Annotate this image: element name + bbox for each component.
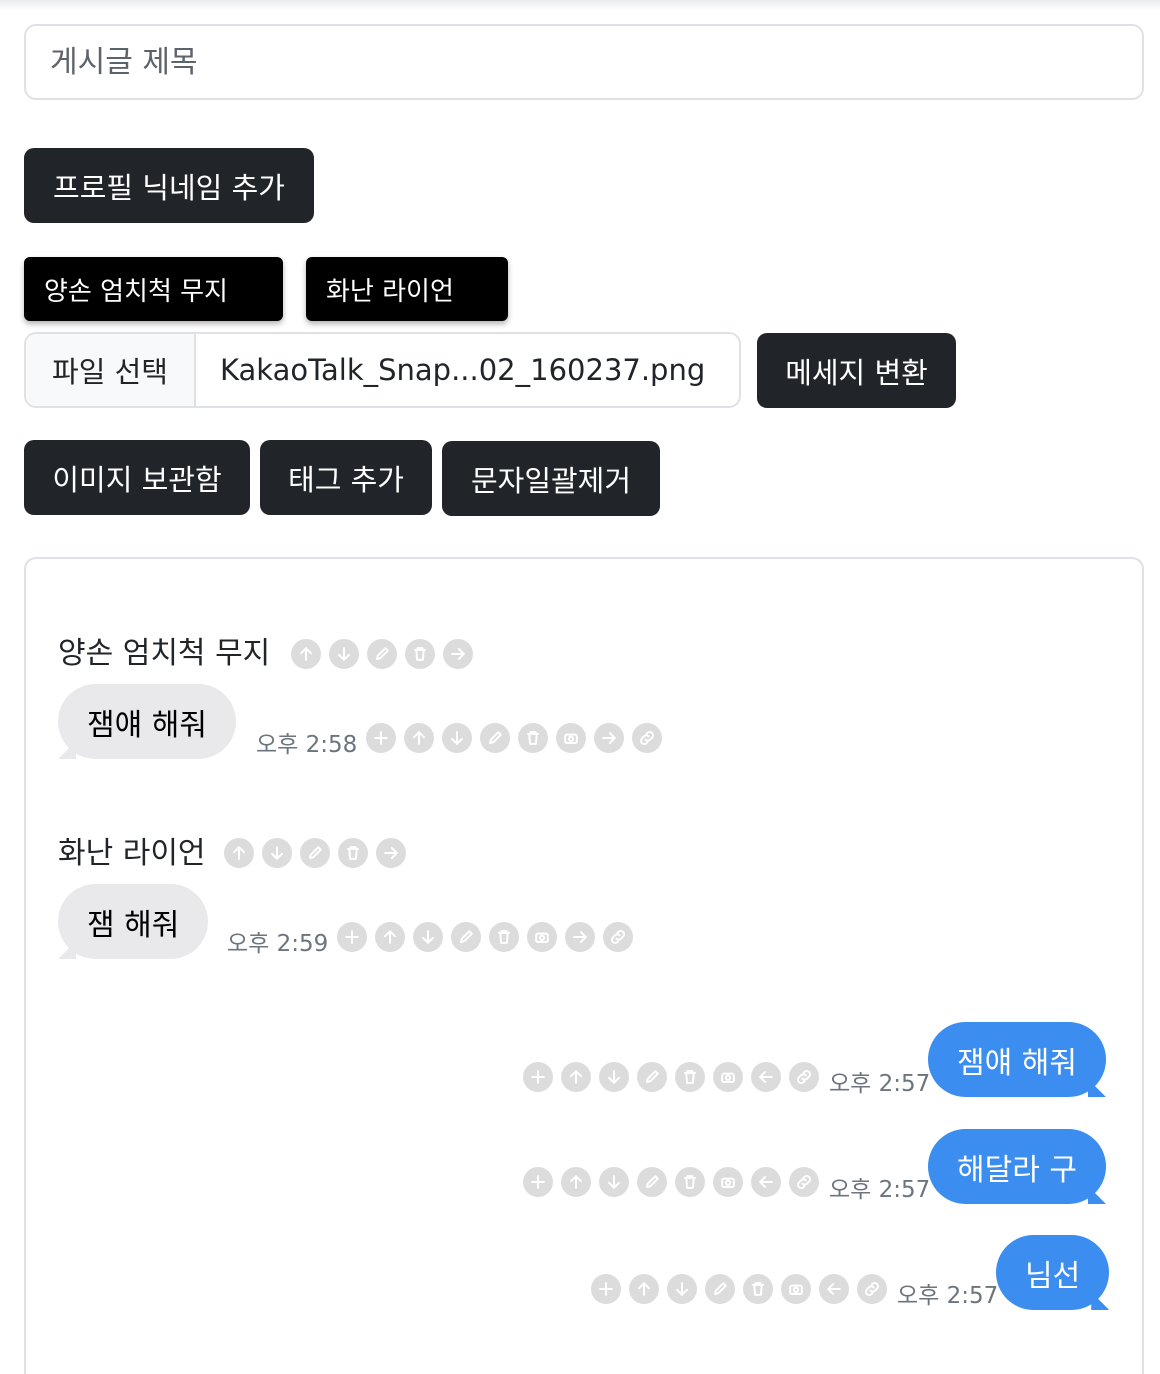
outgoing-message-bubble: 해달라 구 [928, 1129, 1106, 1204]
arrow-up-icon[interactable] [291, 639, 321, 669]
chat-preview-panel [24, 557, 1144, 1374]
plus-icon[interactable] [337, 922, 367, 952]
link-icon[interactable] [857, 1274, 887, 1304]
pencil-icon[interactable] [637, 1062, 667, 1092]
link-icon[interactable] [603, 922, 633, 952]
camera-icon[interactable] [781, 1274, 811, 1304]
add-profile-nickname-button[interactable]: 프로필 닉네임 추가 [24, 148, 314, 223]
arrow-up-icon[interactable] [561, 1062, 591, 1092]
arrow-up-icon[interactable] [404, 723, 434, 753]
arrow-right-icon[interactable] [594, 723, 624, 753]
incoming-message-bubble: 잼얘 해줘 [58, 684, 236, 759]
trash-icon[interactable] [675, 1167, 705, 1197]
trash-icon[interactable] [489, 922, 519, 952]
message-action-icons [523, 1062, 819, 1092]
camera-icon[interactable] [713, 1062, 743, 1092]
pencil-icon[interactable] [637, 1167, 667, 1197]
plus-icon[interactable] [523, 1167, 553, 1197]
arrow-up-icon[interactable] [629, 1274, 659, 1304]
post-title-input[interactable] [24, 24, 1144, 100]
arrow-left-icon[interactable] [751, 1167, 781, 1197]
message-action-icons [523, 1167, 819, 1197]
speaker-name: 화난 라이언 [58, 836, 206, 871]
plus-icon[interactable] [366, 723, 396, 753]
add-tag-button[interactable]: 태그 추가 [260, 440, 432, 515]
plus-icon[interactable] [591, 1274, 621, 1304]
arrow-up-icon[interactable] [561, 1167, 591, 1197]
file-input-group[interactable]: 파일 선택 KakaoTalk_Snap...02_160237.png [24, 332, 741, 408]
speaker-name: 양손 엄치척 무지 [58, 636, 271, 671]
camera-icon[interactable] [556, 723, 586, 753]
arrow-left-icon[interactable] [819, 1274, 849, 1304]
file-choose-button[interactable]: 파일 선택 [26, 334, 196, 406]
plus-icon[interactable] [523, 1062, 553, 1092]
speaker-button-muji[interactable]: 양손 엄치척 무지 [24, 257, 283, 321]
pencil-icon[interactable] [367, 639, 397, 669]
message-action-icons [337, 922, 633, 952]
trash-icon[interactable] [743, 1274, 773, 1304]
convert-message-button[interactable]: 메세지 변환 [757, 333, 956, 408]
image-storage-button[interactable]: 이미지 보관함 [24, 440, 250, 515]
arrow-right-icon[interactable] [565, 922, 595, 952]
camera-icon[interactable] [527, 922, 557, 952]
speaker-button-ryan[interactable]: 화난 라이언 [306, 257, 508, 321]
arrow-right-icon[interactable] [376, 838, 406, 868]
message-time: 오후 2:57 [897, 1283, 999, 1309]
arrow-up-icon[interactable] [375, 922, 405, 952]
arrow-down-icon[interactable] [329, 639, 359, 669]
arrow-down-icon[interactable] [413, 922, 443, 952]
top-shadow [0, 0, 1160, 10]
trash-icon[interactable] [675, 1062, 705, 1092]
message-time: 오후 2:57 [829, 1177, 931, 1203]
arrow-down-icon[interactable] [262, 838, 292, 868]
link-icon[interactable] [789, 1167, 819, 1197]
outgoing-message-bubble: 잼얘 해줘 [928, 1022, 1106, 1097]
trash-icon[interactable] [338, 838, 368, 868]
arrow-down-icon[interactable] [599, 1167, 629, 1197]
link-icon[interactable] [789, 1062, 819, 1092]
incoming-message-bubble: 잼 해줘 [58, 884, 209, 959]
arrow-down-icon[interactable] [599, 1062, 629, 1092]
message-time: 오후 2:57 [829, 1071, 931, 1097]
message-action-icons [591, 1274, 887, 1304]
message-action-icons [366, 723, 662, 753]
file-name-display: KakaoTalk_Snap...02_160237.png [220, 353, 706, 387]
arrow-up-icon[interactable] [224, 838, 254, 868]
arrow-right-icon[interactable] [443, 639, 473, 669]
speaker-action-icons [224, 838, 406, 868]
link-icon[interactable] [632, 723, 662, 753]
pencil-icon[interactable] [300, 838, 330, 868]
pencil-icon[interactable] [705, 1274, 735, 1304]
trash-icon[interactable] [518, 723, 548, 753]
pencil-icon[interactable] [480, 723, 510, 753]
arrow-down-icon[interactable] [442, 723, 472, 753]
arrow-down-icon[interactable] [667, 1274, 697, 1304]
camera-icon[interactable] [713, 1167, 743, 1197]
arrow-left-icon[interactable] [751, 1062, 781, 1092]
trash-icon[interactable] [405, 639, 435, 669]
message-time: 오후 2:59 [227, 931, 329, 957]
message-time: 오후 2:58 [256, 732, 358, 758]
outgoing-message-bubble: 님선 [996, 1235, 1110, 1310]
pencil-icon[interactable] [451, 922, 481, 952]
speaker-action-icons [291, 639, 473, 669]
bulk-remove-chars-button[interactable]: 문자일괄제거 [442, 441, 660, 516]
